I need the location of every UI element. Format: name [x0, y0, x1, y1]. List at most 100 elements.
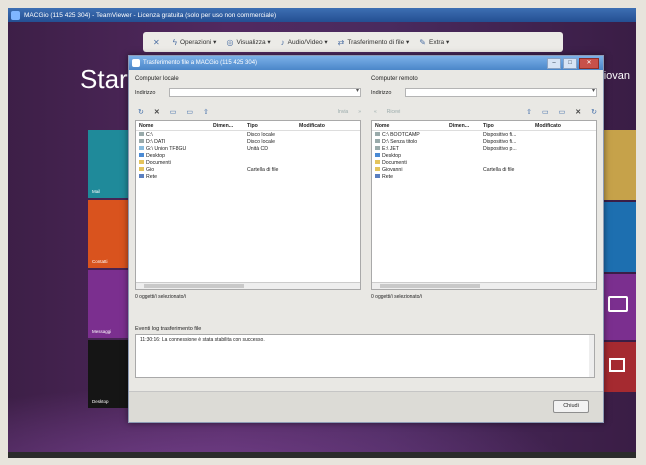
delete-icon[interactable]: ✕ [154, 108, 160, 116]
start-screen-title: Star [80, 64, 128, 94]
dialog-titlebar: Trasferimento file a MACGio (115 425 304… [129, 56, 603, 70]
dialog-title: Trasferimento file a MACGio (115 425 304… [143, 60, 258, 66]
table-row[interactable]: Desktop [136, 152, 360, 159]
send-arrow-icon: » [358, 109, 361, 115]
local-address-label: Indirizzo [135, 89, 156, 96]
table-row[interactable]: C:\ BOOTCAMP Dispositivo fi... [372, 131, 596, 138]
toolbar-file-transfer[interactable]: ⇄ Trasferimento di file ▾ [338, 38, 410, 47]
new-folder-icon[interactable]: ▭ [559, 108, 566, 116]
camera-icon [608, 296, 628, 312]
log-entry: 11:30:16: La connessione è stata stabili… [140, 337, 265, 343]
parent-folder-icon[interactable]: ▭ [542, 108, 549, 116]
table-row[interactable]: G:\ Union TF8GU Unità CD [136, 145, 360, 152]
log-scrollbar[interactable] [589, 335, 594, 377]
col-name[interactable]: Nome [139, 123, 213, 129]
dialog-close-button[interactable]: ✕ [579, 58, 599, 69]
refresh-icon[interactable]: ↻ [138, 108, 144, 116]
folder-icon [139, 160, 144, 165]
remote-status: 0 oggetti/i selezionato/i [371, 294, 422, 300]
col-type[interactable]: Tipo [483, 123, 535, 129]
local-toolbar: ↻ ✕ ▭ ▭ ⇧ Invia » [135, 107, 361, 117]
drive-icon [375, 132, 380, 137]
col-type[interactable]: Tipo [247, 123, 299, 129]
usb-drive-icon [375, 146, 380, 151]
dialog-footer: Chiudi [129, 391, 603, 422]
local-horizontal-scrollbar[interactable] [136, 282, 360, 289]
toolbar-close[interactable]: ✕ [153, 38, 163, 47]
teamviewer-titlebar: MACGio (115 425 304) - TeamViewer - Lice… [8, 8, 636, 22]
table-row[interactable]: Gio Cartella di file [136, 166, 360, 173]
scrollbar-thumb[interactable] [380, 284, 480, 288]
transfer-log: Eventi log trasferimento file 11:30:16: … [135, 326, 595, 378]
receive-arrow-icon: « [374, 109, 377, 115]
desktop-icon [375, 153, 380, 158]
teamviewer-toolbar: ✕ ϟ Operazioni ▾ ◎ Visualizza ▾ ♪ Audio/Vid… [143, 32, 563, 52]
send-button[interactable]: Invia [338, 109, 349, 115]
table-row[interactable]: Documenti [136, 159, 360, 166]
col-name[interactable]: Nome [375, 123, 449, 129]
remote-address-label: Indirizzo [371, 89, 392, 96]
parent-folder-icon[interactable]: ▭ [186, 108, 193, 116]
col-size[interactable]: Dimen... [213, 123, 247, 129]
log-box[interactable]: 11:30:16: La connessione è stata stabili… [135, 334, 595, 378]
col-modified[interactable]: Modificato [299, 123, 349, 129]
table-row[interactable]: Desktop [372, 152, 596, 159]
table-row[interactable]: D:\ DATI Disco locale [136, 138, 360, 145]
teamviewer-logo-icon [11, 10, 20, 20]
table-row[interactable]: Giovanni Cartella di file [372, 166, 596, 173]
local-file-header: Nome Dimen... Tipo Modificato [136, 121, 360, 131]
col-modified[interactable]: Modificato [535, 123, 585, 129]
table-row[interactable]: Rete [372, 173, 596, 180]
folder-icon [139, 167, 144, 172]
remote-pane: Computer remoto Indirizzo « Ricevi ⇧ ▭ ▭… [371, 74, 597, 304]
delete-icon[interactable]: ✕ [575, 108, 581, 116]
eye-icon: ◎ [226, 37, 234, 47]
dialog-app-icon [132, 59, 140, 67]
drive-icon [375, 139, 380, 144]
toolbar-visualizza[interactable]: ◎ Visualizza ▾ [226, 38, 270, 47]
table-row[interactable]: C:\ Disco locale [136, 131, 360, 138]
up-icon[interactable]: ⇧ [203, 108, 209, 116]
extra-icon: ✎ [419, 37, 426, 47]
file-transfer-dialog: Trasferimento file a MACGio (115 425 304… [128, 55, 604, 423]
table-row[interactable]: E:\ JET Dispositivo p... [372, 145, 596, 152]
close-button[interactable]: Chiudi [553, 400, 589, 413]
cd-drive-icon [139, 146, 144, 151]
minimize-button[interactable]: – [547, 58, 561, 69]
table-row[interactable]: D:\ Senza titolo Dispositivo fi... [372, 138, 596, 145]
folder-icon [375, 167, 380, 172]
remote-pane-label: Computer remoto [371, 76, 418, 82]
remote-file-list[interactable]: Nome Dimen... Tipo Modificato C:\ BOOTCA… [371, 120, 597, 290]
local-file-list[interactable]: Nome Dimen... Tipo Modificato C:\ Disco l… [135, 120, 361, 290]
scrollbar-thumb[interactable] [144, 284, 244, 288]
remote-file-header: Nome Dimen... Tipo Modificato [372, 121, 596, 131]
new-folder-icon[interactable]: ▭ [170, 108, 177, 116]
col-size[interactable]: Dimen... [449, 123, 483, 129]
lightning-icon: ϟ [172, 37, 177, 47]
desktop-icon [139, 153, 144, 158]
maximize-button[interactable]: □ [563, 58, 577, 69]
remote-address-input[interactable] [405, 87, 597, 97]
toolbar-audio-video[interactable]: ♪ Audio/Video ▾ [281, 38, 328, 47]
toolbar-operazioni[interactable]: ϟ Operazioni ▾ [173, 38, 217, 47]
remote-toolbar: « Ricevi ⇧ ▭ ▭ ✕ ↻ [371, 107, 597, 117]
speaker-icon: ♪ [280, 37, 285, 47]
local-address-input[interactable] [169, 87, 361, 97]
local-pane: Computer locale Indirizzo ↻ ✕ ▭ ▭ ⇧ Invi… [135, 74, 361, 304]
up-icon[interactable]: ⇧ [526, 108, 532, 116]
receive-button[interactable]: Ricevi [387, 109, 401, 115]
drive-icon [139, 139, 144, 144]
toolbar-extra[interactable]: ✎ Extra ▾ [419, 38, 449, 47]
log-label: Eventi log trasferimento file [135, 326, 202, 332]
table-row[interactable]: Rete [136, 173, 360, 180]
network-icon [375, 174, 380, 179]
network-icon [139, 174, 144, 179]
local-pane-label: Computer locale [135, 76, 179, 82]
folder-icon [375, 160, 380, 165]
transfer-icon: ⇄ [337, 37, 345, 47]
window-title: MACGio (115 425 304) - TeamViewer - Lice… [24, 11, 277, 19]
refresh-icon[interactable]: ↻ [591, 108, 597, 116]
local-status: 0 oggetti/i selezionato/i [135, 294, 186, 300]
table-row[interactable]: Documenti [372, 159, 596, 166]
remote-horizontal-scrollbar[interactable] [372, 282, 596, 289]
